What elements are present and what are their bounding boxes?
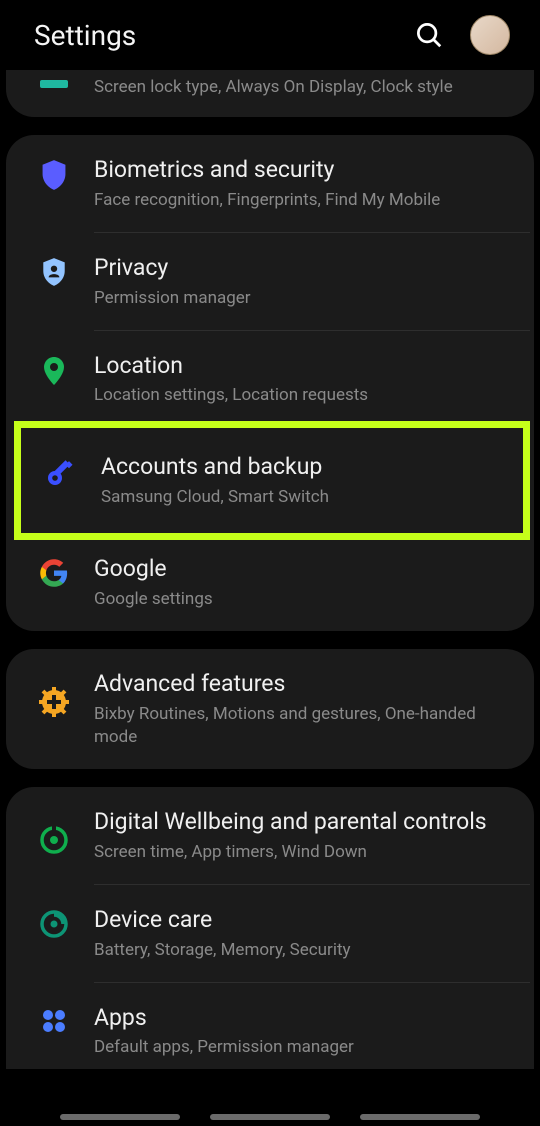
page-title: Settings bbox=[34, 19, 136, 52]
pin-icon bbox=[32, 351, 76, 387]
item-title: Device care bbox=[94, 905, 512, 935]
item-subtitle: Screen time, App timers, Wind Down bbox=[94, 841, 512, 864]
item-subtitle: Google settings bbox=[94, 588, 512, 611]
highlighted-item-frame: Accounts and backup Samsung Cloud, Smart… bbox=[14, 421, 530, 540]
settings-item-biometrics[interactable]: Biometrics and security Face recognition… bbox=[6, 135, 534, 232]
navigation-bar bbox=[0, 1114, 540, 1120]
settings-item-google[interactable]: Google Google settings bbox=[6, 534, 534, 631]
lock-screen-icon bbox=[32, 76, 76, 88]
settings-group: Biometrics and security Face recognition… bbox=[6, 135, 534, 631]
item-title: Location bbox=[94, 351, 512, 381]
google-icon bbox=[32, 554, 76, 588]
item-title: Biometrics and security bbox=[94, 155, 512, 185]
item-title: Google bbox=[94, 554, 512, 584]
plus-gear-icon bbox=[32, 669, 76, 717]
settings-item-privacy[interactable]: Privacy Permission manager bbox=[6, 233, 534, 330]
settings-group: Digital Wellbeing and parental controls … bbox=[6, 787, 534, 1069]
avatar[interactable] bbox=[470, 15, 510, 55]
settings-group: Screen lock type, Always On Display, Clo… bbox=[6, 70, 534, 117]
shield-person-icon bbox=[32, 253, 76, 287]
item-title: Advanced features bbox=[94, 669, 512, 699]
item-title: Accounts and backup bbox=[101, 452, 505, 482]
settings-item-accounts-backup[interactable]: Accounts and backup Samsung Cloud, Smart… bbox=[21, 428, 523, 533]
settings-item-digital-wellbeing[interactable]: Digital Wellbeing and parental controls … bbox=[6, 787, 534, 884]
nav-recents[interactable] bbox=[60, 1114, 180, 1120]
device-care-icon bbox=[32, 905, 76, 939]
header-actions bbox=[414, 15, 510, 55]
header: Settings bbox=[0, 0, 540, 70]
item-subtitle: Samsung Cloud, Smart Switch bbox=[101, 486, 505, 509]
settings-item-apps[interactable]: Apps Default apps, Permission manager bbox=[6, 983, 534, 1070]
item-subtitle: Location settings, Location requests bbox=[94, 384, 512, 407]
search-icon[interactable] bbox=[414, 20, 444, 50]
item-subtitle: Permission manager bbox=[94, 287, 512, 310]
apps-icon bbox=[32, 1003, 76, 1035]
wellbeing-icon bbox=[32, 807, 76, 855]
settings-group: Advanced features Bixby Routines, Motion… bbox=[6, 649, 534, 769]
settings-item-advanced-features[interactable]: Advanced features Bixby Routines, Motion… bbox=[6, 649, 534, 769]
item-subtitle: Battery, Storage, Memory, Security bbox=[94, 939, 512, 962]
settings-item-device-care[interactable]: Device care Battery, Storage, Memory, Se… bbox=[6, 885, 534, 982]
settings-item-lock-screen[interactable]: Screen lock type, Always On Display, Clo… bbox=[6, 70, 534, 117]
item-title: Apps bbox=[94, 1003, 512, 1033]
nav-home[interactable] bbox=[210, 1114, 330, 1120]
item-subtitle: Default apps, Permission manager bbox=[94, 1036, 512, 1059]
settings-item-location[interactable]: Location Location settings, Location req… bbox=[6, 331, 534, 428]
item-title: Digital Wellbeing and parental controls bbox=[94, 807, 512, 837]
item-subtitle: Face recognition, Fingerprints, Find My … bbox=[94, 189, 512, 212]
item-title: Privacy bbox=[94, 253, 512, 283]
settings-list: Screen lock type, Always On Display, Clo… bbox=[0, 70, 540, 1069]
item-subtitle: Bixby Routines, Motions and gestures, On… bbox=[94, 703, 512, 749]
nav-back[interactable] bbox=[360, 1114, 480, 1120]
shield-icon bbox=[32, 155, 76, 191]
item-subtitle: Screen lock type, Always On Display, Clo… bbox=[94, 76, 512, 99]
key-icon bbox=[39, 452, 83, 488]
